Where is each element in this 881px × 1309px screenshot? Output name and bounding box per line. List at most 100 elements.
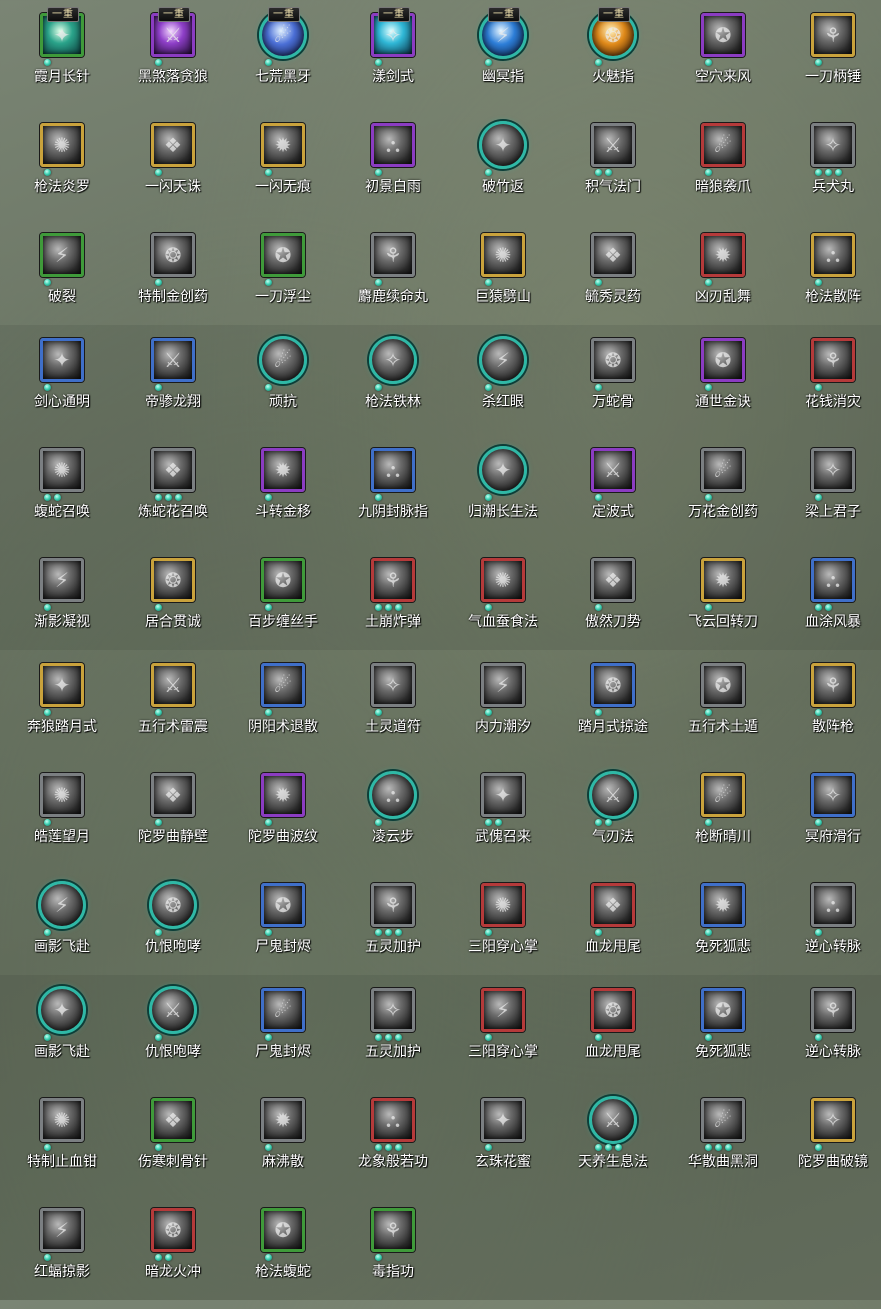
skill-slot[interactable]: ⚡ 破裂 bbox=[7, 224, 117, 334]
skill-slot[interactable]: ❂ 特制金创药 bbox=[118, 224, 228, 334]
skill-icon[interactable]: ✧ bbox=[811, 123, 855, 167]
skill-slot[interactable]: ❖ 炼蛇花召唤 bbox=[118, 439, 228, 549]
skill-icon[interactable]: ✹ bbox=[261, 123, 305, 167]
skill-slot[interactable]: ✦ 玄珠花蜜 bbox=[448, 1089, 558, 1199]
skill-slot[interactable]: ✺ 特制止血钳 bbox=[7, 1089, 117, 1199]
skill-icon[interactable]: ☄ bbox=[259, 336, 307, 384]
skill-slot[interactable]: ✹ 斗转金移 bbox=[228, 439, 338, 549]
skill-slot[interactable]: ⚡ 三阳穿心掌 bbox=[448, 979, 558, 1089]
skill-slot[interactable]: ⛬ 逆心转脉 bbox=[778, 874, 881, 984]
skill-icon[interactable]: ⚡ bbox=[40, 1208, 84, 1252]
skill-slot[interactable]: ☄ 华散曲黑洞 bbox=[668, 1089, 778, 1199]
skill-slot[interactable]: ⚔ 一重 黑煞落贪狼 bbox=[118, 4, 228, 114]
skill-icon[interactable]: ✪ bbox=[701, 663, 745, 707]
skill-slot[interactable]: ✺ 皓莲望月 bbox=[7, 764, 117, 874]
skill-slot[interactable]: ❖ 陀罗曲静壁 bbox=[118, 764, 228, 874]
skill-icon[interactable]: ⚡ bbox=[40, 558, 84, 602]
skill-slot[interactable]: ⚔ 天养生息法 bbox=[558, 1089, 668, 1199]
skill-slot[interactable]: ✪ 空穴来风 bbox=[668, 4, 778, 114]
skill-slot[interactable]: ✹ 一闪无痕 bbox=[228, 114, 338, 224]
skill-icon[interactable]: ✺ bbox=[40, 773, 84, 817]
skill-icon[interactable]: ✹ bbox=[261, 773, 305, 817]
skill-icon[interactable]: ✹ bbox=[701, 558, 745, 602]
skill-slot[interactable]: ❖ 一闪天诛 bbox=[118, 114, 228, 224]
skill-icon[interactable]: ✧ bbox=[811, 773, 855, 817]
skill-icon[interactable]: ✦ bbox=[38, 986, 86, 1034]
skill-slot[interactable]: ✧ 枪法铁林 bbox=[338, 329, 448, 439]
skill-slot[interactable]: ✦ 画影飞赴 bbox=[7, 979, 117, 1089]
skill-icon[interactable]: ⚡ bbox=[481, 988, 525, 1032]
skill-icon[interactable]: ❂ bbox=[591, 988, 635, 1032]
skill-icon[interactable]: ☄ bbox=[701, 123, 745, 167]
skill-slot[interactable]: ⚡ 内力潮汐 bbox=[448, 654, 558, 764]
skill-slot[interactable]: ⛬ 凌云步 bbox=[338, 764, 448, 874]
skill-icon[interactable]: ⚔ bbox=[149, 986, 197, 1034]
skill-slot[interactable]: ✧ 兵犬丸 bbox=[778, 114, 881, 224]
skill-icon[interactable]: ✦ bbox=[479, 446, 527, 494]
skill-icon[interactable]: ❖ bbox=[151, 1098, 195, 1142]
skill-slot[interactable]: ✦ 一重 霞月长针 bbox=[7, 4, 117, 114]
skill-slot[interactable]: ☄ 暗狼袭爪 bbox=[668, 114, 778, 224]
skill-icon[interactable]: ✦ bbox=[40, 663, 84, 707]
skill-icon[interactable]: ⛬ bbox=[371, 448, 415, 492]
skill-icon[interactable]: ❖ bbox=[151, 773, 195, 817]
skill-icon[interactable]: ⛬ bbox=[811, 558, 855, 602]
skill-slot[interactable]: ✦ 剑心通明 bbox=[7, 329, 117, 439]
skill-icon[interactable]: ⚘ bbox=[371, 558, 415, 602]
skill-slot[interactable]: ⚘ 散阵枪 bbox=[778, 654, 881, 764]
skill-slot[interactable]: ☄ 顽抗 bbox=[228, 329, 338, 439]
skill-icon[interactable]: ✹ bbox=[261, 1098, 305, 1142]
skill-slot[interactable]: ⚔ 帝骖龙翔 bbox=[118, 329, 228, 439]
skill-slot[interactable]: ✧ 土灵道符 bbox=[338, 654, 448, 764]
skill-slot[interactable]: ⚔ 仇恨咆哮 bbox=[118, 979, 228, 1089]
skill-slot[interactable]: ☄ 枪断晴川 bbox=[668, 764, 778, 874]
skill-icon[interactable]: ⚘ bbox=[811, 13, 855, 57]
skill-icon[interactable]: ⚡ bbox=[40, 233, 84, 277]
skill-icon[interactable]: ✪ bbox=[701, 13, 745, 57]
skill-icon[interactable]: ✪ bbox=[261, 233, 305, 277]
skill-icon[interactable]: ⚡ bbox=[479, 336, 527, 384]
skill-icon[interactable]: ⚔ bbox=[151, 338, 195, 382]
skill-slot[interactable]: ⚔ 气刃法 bbox=[558, 764, 668, 874]
skill-icon[interactable]: ✺ bbox=[481, 883, 525, 927]
skill-icon[interactable]: ✺ bbox=[40, 123, 84, 167]
skill-slot[interactable]: ❖ 血龙甩尾 bbox=[558, 874, 668, 984]
skill-slot[interactable]: ✹ 免死狐悲 bbox=[668, 874, 778, 984]
skill-icon[interactable]: ☄ bbox=[701, 773, 745, 817]
skill-slot[interactable]: ✧ 陀罗曲破镜 bbox=[778, 1089, 881, 1199]
skill-slot[interactable]: ❂ 暗龙火冲 bbox=[118, 1199, 228, 1309]
skill-icon[interactable]: ❖ bbox=[591, 558, 635, 602]
skill-icon[interactable]: ✺ bbox=[40, 1098, 84, 1142]
skill-icon[interactable]: ✦ bbox=[40, 338, 84, 382]
skill-slot[interactable]: ✺ 三阳穿心掌 bbox=[448, 874, 558, 984]
skill-icon[interactable]: ☄ bbox=[261, 988, 305, 1032]
skill-icon[interactable]: ⚘ bbox=[811, 338, 855, 382]
skill-icon[interactable]: ⚘ bbox=[811, 988, 855, 1032]
skill-slot[interactable]: ⚡ 红蝠掠影 bbox=[7, 1199, 117, 1309]
skill-icon[interactable]: ✪ bbox=[701, 338, 745, 382]
skill-icon[interactable]: ❖ bbox=[591, 883, 635, 927]
skill-icon[interactable]: ⚡ bbox=[481, 663, 525, 707]
skill-slot[interactable]: ⚡ 画影飞赴 bbox=[7, 874, 117, 984]
skill-slot[interactable]: ✧ 一重 漾剑式 bbox=[338, 4, 448, 114]
skill-slot[interactable]: ✦ 归潮长生法 bbox=[448, 439, 558, 549]
skill-slot[interactable]: ❖ 傲然刀势 bbox=[558, 549, 668, 659]
skill-icon[interactable]: ✪ bbox=[261, 883, 305, 927]
skill-slot[interactable]: ✹ 飞云回转刀 bbox=[668, 549, 778, 659]
skill-slot[interactable]: ✦ 破竹返 bbox=[448, 114, 558, 224]
skill-icon[interactable]: ⚔ bbox=[151, 663, 195, 707]
skill-slot[interactable]: ⛬ 初景白雨 bbox=[338, 114, 448, 224]
skill-slot[interactable]: ✺ 蝮蛇召唤 bbox=[7, 439, 117, 549]
skill-slot[interactable]: ❖ 伤寒刺骨针 bbox=[118, 1089, 228, 1199]
skill-slot[interactable]: ⚘ 一刀柄锤 bbox=[778, 4, 881, 114]
skill-slot[interactable]: ❂ 一重 火魅指 bbox=[558, 4, 668, 114]
skill-icon[interactable]: ✺ bbox=[481, 558, 525, 602]
skill-icon[interactable]: ⚡ bbox=[38, 881, 86, 929]
skill-icon[interactable]: ✺ bbox=[40, 448, 84, 492]
skill-slot[interactable]: ❂ 居合贯诚 bbox=[118, 549, 228, 659]
skill-slot[interactable]: ⚡ 渐影凝视 bbox=[7, 549, 117, 659]
skill-icon[interactable]: ✧ bbox=[811, 448, 855, 492]
skill-slot[interactable]: ⚔ 积气法门 bbox=[558, 114, 668, 224]
skill-icon[interactable]: ⛬ bbox=[369, 771, 417, 819]
skill-slot[interactable]: ✧ 梁上君子 bbox=[778, 439, 881, 549]
